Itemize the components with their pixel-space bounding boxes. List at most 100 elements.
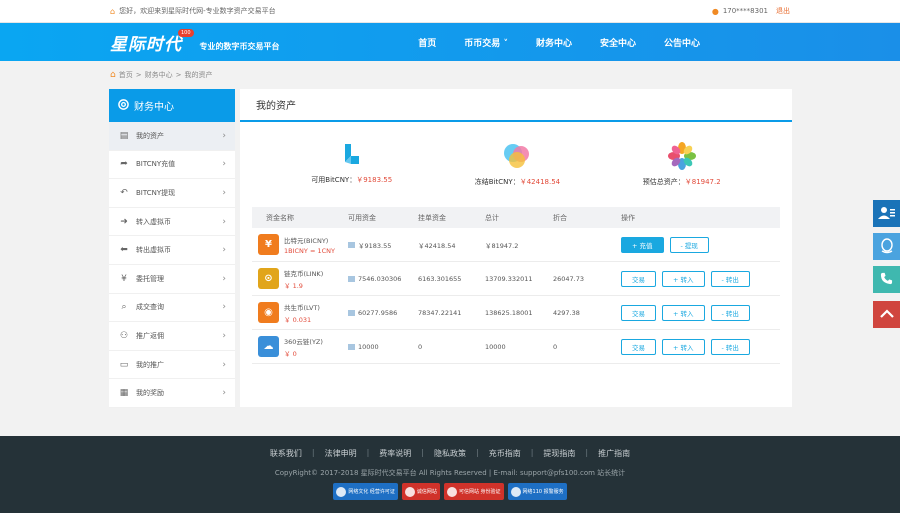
action-button[interactable]: 交易 bbox=[621, 338, 656, 355]
action-button[interactable]: + 充值 bbox=[621, 236, 664, 253]
footer: 联系我们 | 法律申明 | 费率说明 | 隐私政策 | 充币指南 | 提现指南 | 推广指南 CopyR… bbox=[0, 436, 900, 513]
chevron-right-icon: › bbox=[222, 330, 226, 341]
summary-available-label: 可用BitCNY： bbox=[311, 176, 357, 184]
badge-seal-icon bbox=[336, 486, 347, 497]
sidebar-item[interactable]: ▤ 我的资产 › bbox=[109, 122, 235, 151]
users-icon: ⚇ bbox=[119, 330, 129, 341]
footer-badge[interactable]: 可信网站 身份验证 bbox=[443, 483, 504, 500]
footer-link[interactable]: 提现指南 bbox=[543, 448, 575, 459]
action-button[interactable]: + 转入 bbox=[662, 338, 705, 355]
cell-equiv: 4297.38 bbox=[553, 308, 580, 317]
sidebar-item-label: 我的奖励 bbox=[136, 389, 164, 398]
coin-icon: ☁ bbox=[258, 336, 279, 357]
flower-icon bbox=[667, 142, 696, 170]
breadcrumb-finance[interactable]: 财务中心 bbox=[145, 70, 173, 80]
sidebar-item-label: 转入虚拟币 bbox=[136, 217, 171, 226]
table-body: ¥ 比特元(BICNY) 1BICNY = 1CNY ￥9183.55 ￥42418.5… bbox=[252, 228, 780, 364]
card-icon: ▭ bbox=[119, 359, 129, 370]
sidebar-item[interactable]: ⌕ 成交查询 › bbox=[109, 294, 235, 323]
breadcrumb-home[interactable]: 首页 bbox=[119, 70, 133, 80]
sidebar-list: ▤ 我的资产 › ➦ BITCNY充值 › ↶ BITCNY提现 › ➜ 转入虚拟币 › ⬅ 转出虚拟币 ›… bbox=[109, 122, 235, 408]
footer-separator: | bbox=[311, 448, 315, 457]
sidebar-item-label: BITCNY充值 bbox=[136, 160, 176, 169]
sidebar-item[interactable]: ➜ 转入虚拟币 › bbox=[109, 208, 235, 237]
arrow-right-icon: ➜ bbox=[120, 216, 128, 227]
footer-link[interactable]: 隐私政策 bbox=[434, 448, 466, 459]
footer-separator: | bbox=[476, 448, 479, 457]
action-button[interactable]: + 转入 bbox=[662, 304, 705, 321]
breadcrumb: ⌂ 首页 > 财务中心 > 我的资产 bbox=[0, 61, 900, 89]
coin-price: ￥ 1.9 bbox=[284, 281, 303, 290]
col-available: 可用资金 bbox=[348, 213, 376, 222]
nav-home[interactable]: 首页 bbox=[418, 36, 436, 49]
footer-link[interactable]: 费率说明 bbox=[379, 448, 411, 459]
footer-badge[interactable]: 网络110 报警服务 bbox=[507, 483, 567, 500]
footer-badge[interactable]: 诚信网站 bbox=[401, 483, 440, 500]
cell-frozen: 0 bbox=[418, 342, 423, 351]
breadcrumb-current: 我的资产 bbox=[184, 71, 213, 79]
coin-price: 1BICNY = 1CNY bbox=[284, 246, 335, 255]
chevron-down-icon: ˅ bbox=[500, 38, 508, 49]
coin-name: 共生币(LVT) bbox=[284, 303, 320, 312]
action-button[interactable]: - 转出 bbox=[710, 338, 750, 355]
action-button[interactable]: - 提现 bbox=[669, 236, 709, 253]
phone-float-button[interactable] bbox=[873, 266, 900, 293]
sidebar-item[interactable]: ⚇ 推广返佣 › bbox=[109, 322, 235, 351]
summary-total-label: 预估总资产： bbox=[642, 178, 685, 186]
nav-announcements[interactable]: 公告中心 bbox=[664, 36, 700, 49]
nav-finance[interactable]: 财务中心 bbox=[536, 36, 572, 49]
footer-badge[interactable]: 网络文化 经营许可证 bbox=[333, 483, 398, 500]
welcome-text: 您好，欢迎来到星际时代网-专业数字资产交易平台 bbox=[119, 7, 276, 15]
cell-actions: 交易 + 转入 - 转出 bbox=[621, 270, 780, 287]
qq-float-button[interactable] bbox=[873, 233, 900, 260]
col-name: 资金名称 bbox=[266, 213, 294, 222]
nav-security[interactable]: 安全中心 bbox=[600, 36, 636, 49]
lifebuoy-icon bbox=[118, 98, 129, 113]
action-button[interactable]: - 转出 bbox=[710, 270, 750, 287]
coin-price: ￥ 0.031 bbox=[284, 315, 312, 324]
search-icon: ⌕ bbox=[121, 302, 127, 313]
cell-available: 60277.9586 bbox=[358, 308, 398, 317]
sidebar-item[interactable]: ↶ BITCNY提现 › bbox=[109, 179, 235, 208]
sidebar-item[interactable]: ▭ 我的推广 › bbox=[109, 351, 235, 380]
sidebar-item[interactable]: ➦ BITCNY充值 › bbox=[109, 151, 235, 180]
coin-icon: ⊙ bbox=[258, 268, 279, 289]
back-to-top-button[interactable] bbox=[873, 301, 900, 328]
footer-link[interactable]: 联系我们 bbox=[270, 448, 302, 459]
col-actions: 操作 bbox=[621, 213, 635, 222]
cell-total: 13709.332011 bbox=[485, 274, 533, 283]
table-icon bbox=[348, 241, 355, 248]
table-icon bbox=[348, 275, 355, 282]
users-icon bbox=[877, 206, 896, 222]
summary-total-value: ￥81947.2 bbox=[684, 178, 721, 186]
asset-summary: 可用BitCNY：￥9183.55 冻结BitCNY：￥42418.54 预估总… bbox=[240, 122, 792, 197]
logout-link[interactable]: 退出 bbox=[776, 6, 790, 16]
chevron-right-icon: › bbox=[222, 130, 226, 141]
action-button[interactable]: 交易 bbox=[621, 270, 656, 287]
sidebar-item[interactable]: ¥ 委托管理 › bbox=[109, 265, 235, 294]
badge-seal-icon bbox=[446, 486, 457, 497]
brand-logo[interactable]: 星际时代 100 专业的数字币交易平台 bbox=[110, 29, 280, 55]
coin-icon: ¥ bbox=[258, 234, 279, 255]
arrow-left-icon: ⬅ bbox=[120, 245, 128, 256]
chevron-right-icon: › bbox=[222, 245, 226, 256]
badge-label: 可信网站 身份验证 bbox=[458, 489, 501, 495]
action-button[interactable]: 交易 bbox=[621, 304, 656, 321]
action-button[interactable]: + 转入 bbox=[662, 270, 705, 287]
user-phone[interactable]: 170****8301 bbox=[723, 7, 768, 15]
coin-name: 360云链(YZ) bbox=[284, 337, 323, 346]
sidebar-item[interactable]: ⬅ 转出虚拟币 › bbox=[109, 236, 235, 265]
summary-available-value: ￥9183.55 bbox=[356, 176, 393, 184]
home-icon: ⌂ bbox=[110, 6, 116, 16]
action-button[interactable]: - 转出 bbox=[710, 304, 750, 321]
footer-link[interactable]: 法律申明 bbox=[325, 448, 357, 459]
user-icon: ● bbox=[711, 6, 719, 16]
nav-trade[interactable]: 币币交易 ˅ bbox=[464, 36, 508, 49]
footer-separator: | bbox=[421, 448, 424, 457]
contact-float-button[interactable] bbox=[873, 200, 900, 227]
footer-link[interactable]: 充币指南 bbox=[489, 448, 521, 459]
col-total: 总计 bbox=[485, 213, 499, 222]
cell-frozen: 6163.301655 bbox=[418, 274, 462, 283]
sidebar-item[interactable]: ▦ 我的奖励 › bbox=[109, 379, 235, 408]
footer-link[interactable]: 推广指南 bbox=[598, 448, 630, 459]
